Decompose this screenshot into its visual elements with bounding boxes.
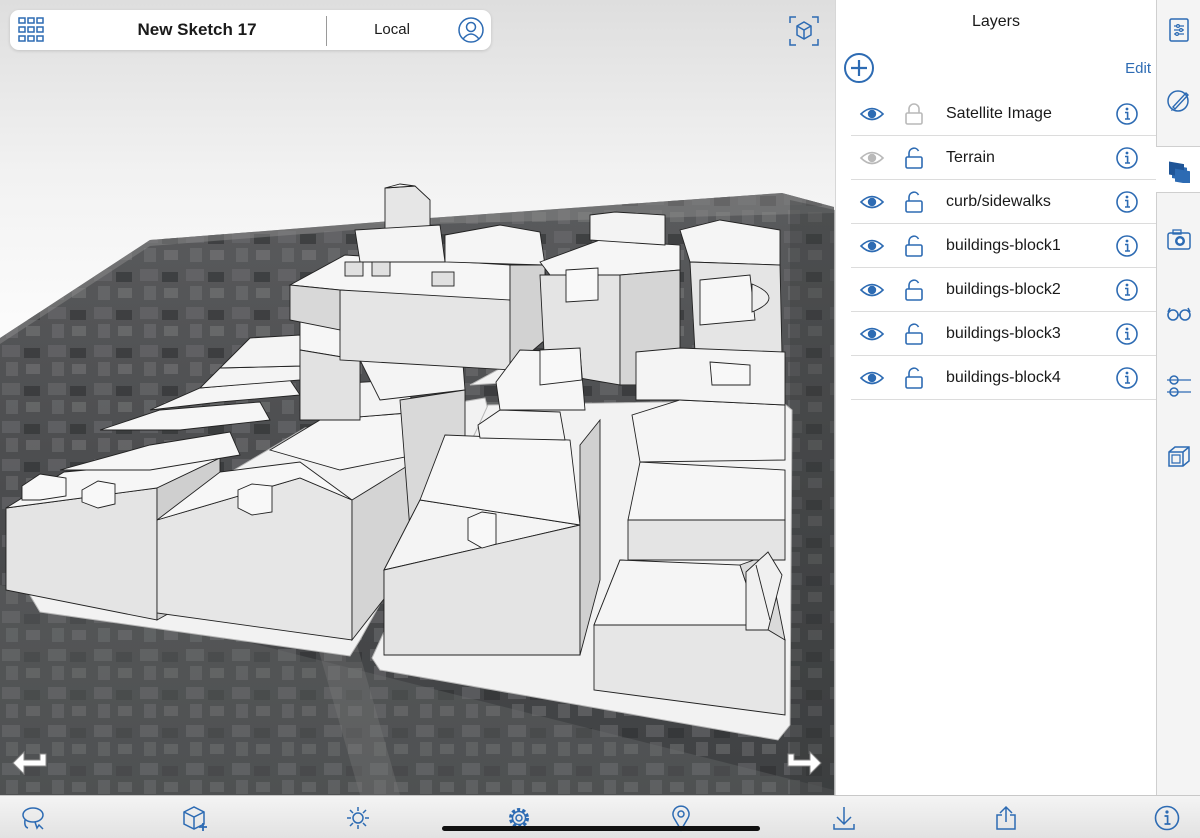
shadows-sun-icon[interactable] xyxy=(344,804,372,832)
materials-icon xyxy=(1167,90,1189,112)
tab-layers[interactable] xyxy=(1156,146,1200,193)
visibility-eye-icon[interactable] xyxy=(859,279,885,301)
lock-open-icon[interactable] xyxy=(903,146,925,170)
info-icon[interactable] xyxy=(1153,804,1181,832)
layer-row[interactable]: Terrain xyxy=(851,136,1156,180)
layer-name: buildings-block3 xyxy=(946,325,1061,342)
side-tab-strip xyxy=(1156,0,1200,795)
bottom-toolbar xyxy=(0,795,1200,838)
layer-info-icon[interactable] xyxy=(1115,190,1139,214)
tab-materials[interactable] xyxy=(1157,68,1200,138)
layer-info-icon[interactable] xyxy=(1115,322,1139,346)
layer-name: Terrain xyxy=(946,149,995,166)
redo-icon[interactable] xyxy=(782,748,824,780)
lock-open-icon[interactable] xyxy=(903,234,925,258)
tab-entity-info[interactable] xyxy=(1157,0,1200,60)
lock-open-icon[interactable] xyxy=(903,322,925,346)
visibility-eye-icon[interactable] xyxy=(859,235,885,257)
lock-closed-icon[interactable] xyxy=(903,102,925,126)
layer-row[interactable]: curb/sidewalks xyxy=(851,180,1156,224)
layer-list: Satellite Image Terrain curb/sidewalks b… xyxy=(851,92,1156,400)
layers-panel: Layers Edit Satellite Image Terrain curb… xyxy=(835,0,1156,795)
layer-row[interactable]: buildings-block2 xyxy=(851,268,1156,312)
app-grid-icon[interactable] xyxy=(16,15,46,45)
tab-sections[interactable] xyxy=(1157,362,1200,408)
layer-info-icon[interactable] xyxy=(1115,234,1139,258)
tab-views[interactable] xyxy=(1157,290,1200,336)
visibility-eye-icon[interactable] xyxy=(859,367,885,389)
tab-components[interactable] xyxy=(1157,435,1200,481)
location-label[interactable]: Local xyxy=(340,10,444,50)
lock-open-icon[interactable] xyxy=(903,278,925,302)
edit-button[interactable]: Edit xyxy=(1111,58,1151,80)
layer-name: buildings-block2 xyxy=(946,281,1061,298)
sections-icon xyxy=(1167,375,1191,397)
layer-info-icon[interactable] xyxy=(1115,102,1139,126)
visibility-eye-icon[interactable] xyxy=(859,191,885,213)
layer-row[interactable]: buildings-block1 xyxy=(851,224,1156,268)
layer-name: buildings-block1 xyxy=(946,237,1061,254)
components-icon xyxy=(1168,446,1190,467)
title-divider xyxy=(326,16,327,46)
export-share-icon[interactable] xyxy=(992,804,1020,832)
undo-icon[interactable] xyxy=(10,748,52,780)
visibility-eye-icon[interactable] xyxy=(859,323,885,345)
views-icon xyxy=(1167,307,1191,321)
layer-name: curb/sidewalks xyxy=(946,193,1051,210)
panel-title: Layers xyxy=(971,13,1021,30)
layer-row[interactable]: buildings-block3 xyxy=(851,312,1156,356)
add-layer-icon[interactable] xyxy=(843,52,875,84)
visibility-eye-icon[interactable] xyxy=(859,103,885,125)
import-icon[interactable] xyxy=(830,804,858,832)
document-title-bar: New Sketch 17 Local xyxy=(10,10,491,50)
sketch-title[interactable]: New Sketch 17 xyxy=(68,10,326,50)
account-icon[interactable] xyxy=(457,16,485,44)
lock-open-icon[interactable] xyxy=(903,366,925,390)
lock-open-icon[interactable] xyxy=(903,190,925,214)
add-component-icon[interactable] xyxy=(181,804,209,832)
layer-row[interactable]: Satellite Image xyxy=(851,92,1156,136)
home-indicator xyxy=(442,826,760,831)
select-icon[interactable] xyxy=(20,804,48,832)
tab-scenes[interactable] xyxy=(1157,215,1200,265)
layer-name: buildings-block4 xyxy=(946,369,1061,386)
layers-icon xyxy=(1169,161,1190,183)
view-cube-icon[interactable] xyxy=(787,14,821,48)
layer-info-icon[interactable] xyxy=(1115,366,1139,390)
visibility-eye-off-icon[interactable] xyxy=(859,147,885,169)
layer-info-icon[interactable] xyxy=(1115,278,1139,302)
3d-model-scene xyxy=(0,183,835,795)
layer-row[interactable]: buildings-block4 xyxy=(851,356,1156,400)
entity-info-icon xyxy=(1169,18,1189,42)
model-viewport[interactable]: New Sketch 17 Local xyxy=(0,0,835,795)
layer-name: Satellite Image xyxy=(946,105,1052,122)
scenes-icon xyxy=(1167,229,1191,250)
layer-info-icon[interactable] xyxy=(1115,146,1139,170)
